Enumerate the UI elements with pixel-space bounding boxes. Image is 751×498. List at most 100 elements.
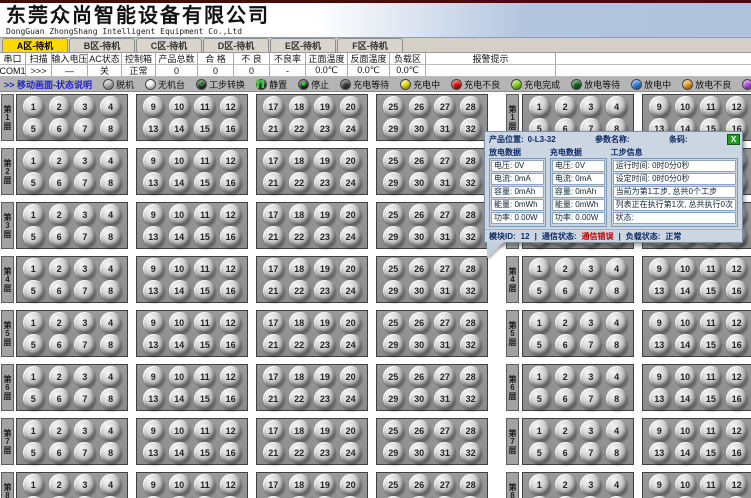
- cell-circle[interactable]: 23: [314, 226, 335, 247]
- cell-circle[interactable]: 7: [74, 442, 95, 463]
- cell-circle[interactable]: 10: [675, 312, 696, 333]
- cell-circle[interactable]: 18: [289, 366, 310, 387]
- cell-circle[interactable]: 9: [649, 420, 670, 441]
- cell-circle[interactable]: 16: [726, 280, 747, 301]
- cell-circle[interactable]: 32: [460, 280, 481, 301]
- cell-circle[interactable]: 5: [529, 280, 550, 301]
- cell-circle[interactable]: 19: [314, 366, 335, 387]
- cell-circle[interactable]: 28: [460, 150, 481, 171]
- cell-circle[interactable]: 9: [649, 366, 670, 387]
- cell-circle[interactable]: 3: [580, 312, 601, 333]
- cell-circle[interactable]: 29: [383, 172, 404, 193]
- cell-circle[interactable]: 16: [220, 388, 241, 409]
- cell-circle[interactable]: 5: [23, 172, 44, 193]
- cell-circle[interactable]: 6: [49, 172, 70, 193]
- cell-circle[interactable]: 19: [314, 474, 335, 495]
- cell-circle[interactable]: 27: [434, 204, 455, 225]
- cell-circle[interactable]: 22: [289, 388, 310, 409]
- cell-circle[interactable]: 9: [143, 420, 164, 441]
- cell-circle[interactable]: 10: [169, 150, 190, 171]
- cell-circle[interactable]: 19: [314, 312, 335, 333]
- cell-circle[interactable]: 8: [100, 226, 121, 247]
- cell-circle[interactable]: 6: [49, 280, 70, 301]
- cell-circle[interactable]: 31: [434, 442, 455, 463]
- cell-circle[interactable]: 6: [49, 442, 70, 463]
- cell-circle[interactable]: 21: [263, 334, 284, 355]
- cell-circle[interactable]: 17: [263, 204, 284, 225]
- cell-circle[interactable]: 26: [409, 312, 430, 333]
- cell-circle[interactable]: 29: [383, 388, 404, 409]
- cell-circle[interactable]: 32: [460, 334, 481, 355]
- cell-circle[interactable]: 14: [169, 442, 190, 463]
- cell-circle[interactable]: 26: [409, 150, 430, 171]
- cell-circle[interactable]: 8: [100, 280, 121, 301]
- tab-zone-2[interactable]: C区-待机: [136, 38, 202, 52]
- cell-circle[interactable]: 13: [143, 118, 164, 139]
- cell-circle[interactable]: 29: [383, 118, 404, 139]
- cell-circle[interactable]: 13: [143, 226, 164, 247]
- cell-circle[interactable]: 12: [726, 420, 747, 441]
- cell-circle[interactable]: 2: [555, 420, 576, 441]
- cell-circle[interactable]: 15: [194, 118, 215, 139]
- tab-zone-5[interactable]: F区-待机: [337, 38, 403, 52]
- cell-circle[interactable]: 5: [23, 280, 44, 301]
- cell-circle[interactable]: 13: [649, 388, 670, 409]
- cell-circle[interactable]: 24: [340, 334, 361, 355]
- cell-circle[interactable]: 16: [220, 118, 241, 139]
- cell-circle[interactable]: 30: [409, 334, 430, 355]
- cell-circle[interactable]: 14: [675, 388, 696, 409]
- cell-circle[interactable]: 13: [143, 388, 164, 409]
- cell-circle[interactable]: 6: [555, 280, 576, 301]
- cell-circle[interactable]: 1: [529, 420, 550, 441]
- cell-circle[interactable]: 12: [220, 366, 241, 387]
- cell-circle[interactable]: 14: [169, 388, 190, 409]
- cell-circle[interactable]: 31: [434, 172, 455, 193]
- cell-circle[interactable]: 7: [74, 388, 95, 409]
- cell-circle[interactable]: 2: [555, 96, 576, 117]
- cell-circle[interactable]: 30: [409, 388, 430, 409]
- cell-circle[interactable]: 11: [194, 366, 215, 387]
- cell-circle[interactable]: 9: [143, 96, 164, 117]
- cell-circle[interactable]: 15: [194, 226, 215, 247]
- cell-circle[interactable]: 9: [649, 312, 670, 333]
- cell-circle[interactable]: 30: [409, 226, 430, 247]
- cell-circle[interactable]: 4: [606, 312, 627, 333]
- cell-circle[interactable]: 6: [49, 118, 70, 139]
- cell-circle[interactable]: 15: [700, 334, 721, 355]
- cell-circle[interactable]: 14: [169, 280, 190, 301]
- cell-circle[interactable]: 7: [74, 226, 95, 247]
- cell-circle[interactable]: 18: [289, 258, 310, 279]
- cell-circle[interactable]: 10: [169, 474, 190, 495]
- cell-circle[interactable]: 12: [726, 474, 747, 495]
- cell-circle[interactable]: 2: [49, 96, 70, 117]
- cell-circle[interactable]: 27: [434, 420, 455, 441]
- cell-circle[interactable]: 17: [263, 366, 284, 387]
- cell-circle[interactable]: 2: [49, 366, 70, 387]
- cell-circle[interactable]: 1: [529, 474, 550, 495]
- cell-circle[interactable]: 1: [23, 150, 44, 171]
- cell-circle[interactable]: 13: [649, 280, 670, 301]
- cell-circle[interactable]: 18: [289, 96, 310, 117]
- cell-circle[interactable]: 10: [675, 366, 696, 387]
- cell-circle[interactable]: 3: [74, 150, 95, 171]
- cell-circle[interactable]: 14: [675, 334, 696, 355]
- cell-circle[interactable]: 10: [675, 474, 696, 495]
- cell-circle[interactable]: 2: [49, 420, 70, 441]
- cell-circle[interactable]: 24: [340, 172, 361, 193]
- cell-circle[interactable]: 27: [434, 150, 455, 171]
- cell-circle[interactable]: 7: [74, 280, 95, 301]
- cell-circle[interactable]: 4: [100, 204, 121, 225]
- cell-circle[interactable]: 1: [23, 312, 44, 333]
- cell-circle[interactable]: 10: [675, 420, 696, 441]
- cell-circle[interactable]: 15: [194, 280, 215, 301]
- cell-circle[interactable]: 13: [143, 334, 164, 355]
- cell-circle[interactable]: 28: [460, 96, 481, 117]
- tab-zone-3[interactable]: D区-待机: [203, 38, 269, 52]
- cell-circle[interactable]: 22: [289, 334, 310, 355]
- cell-circle[interactable]: 2: [555, 474, 576, 495]
- cell-circle[interactable]: 3: [580, 258, 601, 279]
- cell-circle[interactable]: 1: [23, 258, 44, 279]
- cell-circle[interactable]: 9: [143, 150, 164, 171]
- cell-circle[interactable]: 7: [74, 172, 95, 193]
- cell-circle[interactable]: 1: [529, 366, 550, 387]
